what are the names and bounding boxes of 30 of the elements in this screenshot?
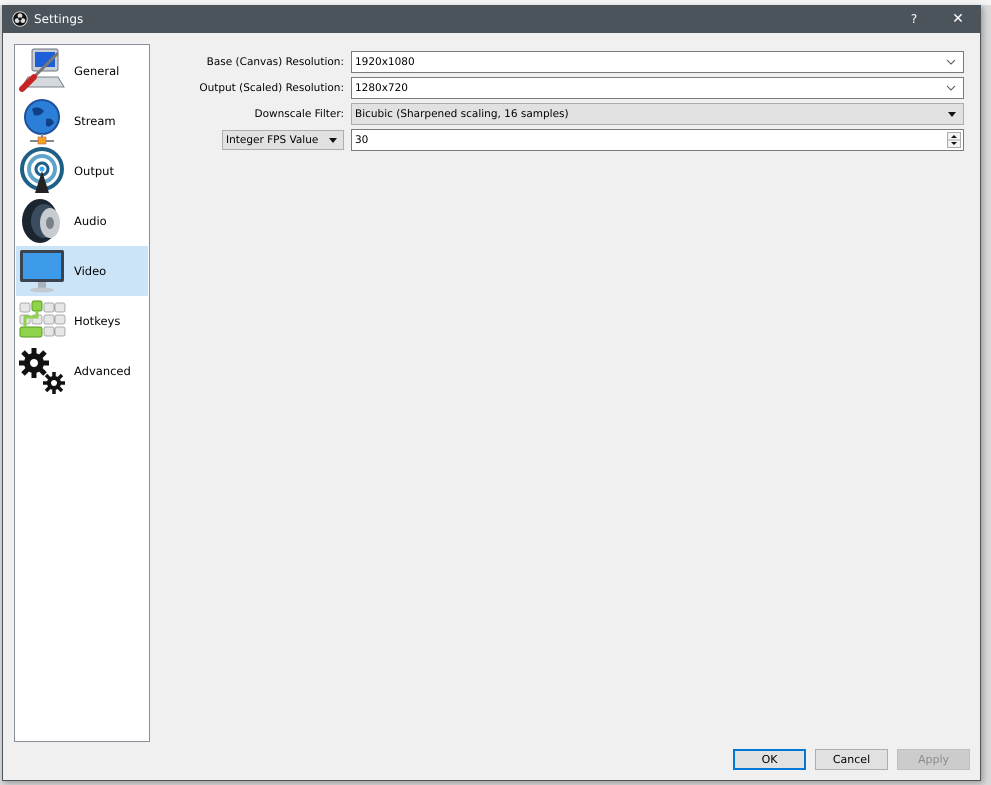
computer-screwdriver-icon	[18, 47, 66, 95]
caret-icon	[948, 112, 956, 116]
antenna-icon	[18, 147, 66, 195]
field-label: Output (Scaled) Resolution:	[199, 82, 344, 94]
monitor-icon	[18, 247, 66, 295]
fps-spin-field[interactable]: 30	[351, 129, 964, 151]
sidebar-item[interactable]: Stream	[16, 96, 148, 146]
sidebar-item[interactable]: Video	[16, 246, 148, 296]
dialog-button[interactable]: Cancel	[815, 749, 888, 770]
field-label: Downscale Filter:	[254, 108, 344, 120]
help-button[interactable]: ?	[892, 5, 936, 33]
filter-dropdown[interactable]: Bicubic (Sharpened scaling, 16 samples)	[351, 103, 964, 125]
gears-icon	[18, 347, 66, 395]
chevron-icon	[946, 59, 956, 65]
field-label: Base (Canvas) Resolution:	[206, 56, 344, 68]
sidebar-item[interactable]: General	[16, 46, 148, 96]
caret-icon	[329, 138, 337, 142]
dialog-button[interactable]: OK	[733, 749, 806, 770]
sidebar-item[interactable]: Hotkeys	[16, 296, 148, 346]
resolution-combo-field[interactable]: 1920x1080	[351, 51, 964, 73]
sidebar-item[interactable]: Advanced	[16, 346, 148, 396]
spin-arrows-icon	[947, 132, 961, 148]
app-logo-icon	[12, 11, 28, 27]
window-title: Settings	[34, 12, 84, 26]
close-button[interactable]: ✕	[936, 5, 980, 33]
sidebar-item[interactable]: Audio	[16, 196, 148, 246]
chevron-icon	[946, 85, 956, 91]
sidebar-item[interactable]: Output	[16, 146, 148, 196]
resolution-combo-field[interactable]: 1280x720	[351, 77, 964, 99]
fps-type-dropdown[interactable]: Integer FPS Value	[222, 130, 344, 150]
